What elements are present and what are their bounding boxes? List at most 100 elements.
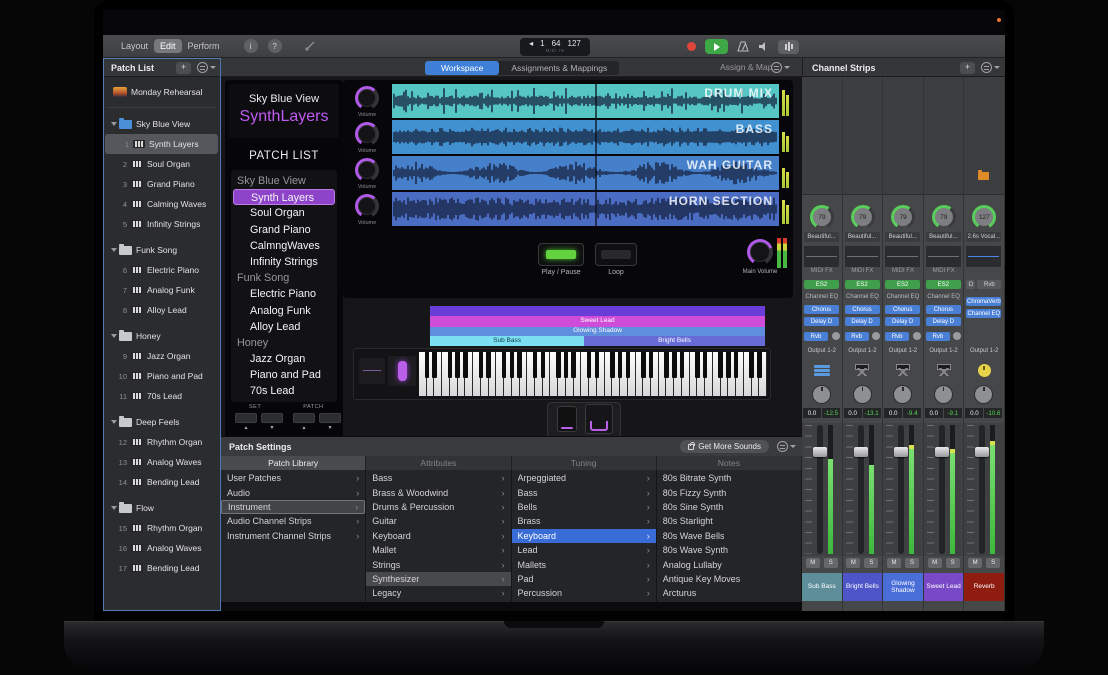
- layer-band-sub-bass[interactable]: Sub Bass: [430, 336, 584, 346]
- solo-button[interactable]: S: [824, 558, 838, 568]
- patch-list-patch-entry[interactable]: Alloy Lead: [233, 319, 335, 335]
- solo-button[interactable]: S: [986, 558, 1000, 568]
- record-button[interactable]: [687, 42, 696, 51]
- get-more-sounds-button[interactable]: Get More Sounds: [680, 440, 769, 453]
- info-button[interactable]: i: [244, 39, 258, 53]
- play-button[interactable]: [705, 39, 728, 54]
- expression-pedal[interactable]: [585, 404, 613, 434]
- patch-list-item[interactable]: 13Analog Waves: [103, 452, 220, 472]
- fader-track[interactable]: [979, 425, 985, 554]
- tab-tuning[interactable]: Tuning: [512, 456, 657, 470]
- mute-button[interactable]: M: [968, 558, 982, 568]
- patch-list-patch-entry[interactable]: Infinity Strings: [233, 254, 335, 270]
- disclosure-chevron[interactable]: [103, 506, 117, 510]
- patch-list-set-entry[interactable]: Funk Song: [233, 270, 335, 286]
- fader-cap[interactable]: [894, 447, 908, 457]
- send-plugin-button[interactable]: Chorus: [926, 305, 961, 314]
- pan-knob[interactable]: [934, 385, 953, 404]
- track-volume-knob[interactable]: [355, 158, 379, 182]
- patch-library-item[interactable]: Strings›: [366, 557, 510, 571]
- patch-list-item[interactable]: 15Rhythm Organ: [103, 518, 220, 538]
- channel-eq-label[interactable]: Channel EQ: [924, 294, 964, 300]
- patch-list-patch-entry[interactable]: Electric Piano: [233, 286, 335, 302]
- patch-list-item[interactable]: 2Soul Organ: [103, 154, 220, 174]
- output-label[interactable]: Output 1-2: [924, 348, 964, 354]
- output-label[interactable]: Output 1-2: [883, 348, 923, 354]
- output-label[interactable]: Output 1-2: [802, 348, 842, 354]
- set-folder-row[interactable]: Deep Feels: [103, 412, 220, 432]
- speaker-icon[interactable]: [758, 41, 769, 52]
- help-button[interactable]: ?: [268, 39, 282, 53]
- patch-library-item[interactable]: Brass & Woodwind›: [366, 485, 510, 499]
- patch-list-item[interactable]: 16Analog Waves: [103, 538, 220, 558]
- assign-map-menu-button[interactable]: [771, 62, 790, 73]
- mode-button-perform[interactable]: Perform: [182, 39, 226, 53]
- patch-list-item[interactable]: 12Rhythm Organ: [103, 432, 220, 452]
- send-plugin-button[interactable]: Chorus: [845, 305, 880, 314]
- fader-cap[interactable]: [935, 447, 949, 457]
- output-label[interactable]: Output 1-2: [843, 348, 883, 354]
- patch-list-patch-entry[interactable]: CalmngWaves: [233, 238, 335, 254]
- track-volume-knob[interactable]: [355, 194, 379, 218]
- pan-knob[interactable]: [853, 385, 872, 404]
- setting-name[interactable]: 2.6s Vocal...: [966, 232, 1001, 242]
- set-folder-row[interactable]: Honey: [103, 326, 220, 346]
- patch-library-item[interactable]: Arpeggiated›: [512, 471, 656, 485]
- set-folder-row[interactable]: Funk Song: [103, 240, 220, 260]
- setting-name[interactable]: Beautiful...: [804, 232, 839, 242]
- patch-library-item[interactable]: User Patches›: [221, 471, 365, 485]
- audio-fx-plugin-button[interactable]: ChromaVerb: [966, 297, 1001, 306]
- patch-library-item[interactable]: Percussion›: [512, 586, 656, 600]
- patch-list-item[interactable]: 17Bending Lead: [103, 558, 220, 578]
- strip-knob[interactable]: 79: [810, 205, 834, 229]
- set-folder-row[interactable]: Flow: [103, 498, 220, 518]
- send-bus-button[interactable]: Rvb: [926, 332, 950, 341]
- patch-list-item[interactable]: 8Alloy Lead: [103, 300, 220, 320]
- set-next-button[interactable]: [261, 413, 283, 423]
- patch-library-item[interactable]: Audio Channel Strips›: [221, 514, 365, 528]
- mode-button-layout[interactable]: Layout: [115, 39, 154, 53]
- tab-workspace[interactable]: Workspace: [425, 61, 499, 75]
- instrument-plugin-button[interactable]: ES2: [885, 280, 920, 289]
- patch-library-item[interactable]: 80s Bitrate Synth: [657, 471, 801, 485]
- patch-list-item[interactable]: 14Bending Lead: [103, 472, 220, 492]
- mute-button[interactable]: M: [887, 558, 901, 568]
- patch-library-item[interactable]: Audio›: [221, 485, 365, 499]
- channel-name-plate[interactable]: Reverb: [964, 573, 1004, 601]
- eq-thumbnail[interactable]: [966, 246, 1001, 267]
- disclosure-chevron[interactable]: [103, 122, 117, 126]
- patch-list-patch-entry[interactable]: Analog Funk: [233, 303, 335, 319]
- layer-band-bright-bells[interactable]: Bright Bells: [584, 336, 765, 346]
- patch-settings-menu-button[interactable]: [777, 441, 796, 452]
- patch-list-patch-entry[interactable]: Grand Piano: [233, 222, 335, 238]
- layer-band-glowing-shadow[interactable]: Glowing Shadow: [430, 327, 765, 336]
- patch-library-item[interactable]: Mallet›: [366, 543, 510, 557]
- metronome-icon[interactable]: [737, 41, 749, 52]
- patch-library-item[interactable]: Antique Key Moves: [657, 572, 801, 586]
- disclosure-chevron[interactable]: [103, 248, 117, 252]
- fader-track[interactable]: [858, 425, 864, 554]
- patch-library-item[interactable]: 80s Wave Bells: [657, 529, 801, 543]
- set-folder-row[interactable]: Sky Blue View: [103, 114, 220, 134]
- assign-map-button[interactable]: Assign & Map: [720, 62, 772, 72]
- disclosure-chevron[interactable]: [103, 334, 117, 338]
- patch-list-patch-entry[interactable]: Soul Organ: [233, 205, 335, 221]
- patch-next-button[interactable]: [319, 413, 341, 423]
- pan-knob[interactable]: [812, 385, 831, 404]
- patch-list-patch-entry[interactable]: Jazz Organ: [233, 351, 335, 367]
- patch-list-item[interactable]: 1170s Lead: [103, 386, 220, 406]
- send-bus-button[interactable]: Rvb: [845, 332, 869, 341]
- patch-list-item[interactable]: 5Infinity Strings: [103, 214, 220, 234]
- send-level-knob[interactable]: [832, 332, 840, 340]
- patch-library-item[interactable]: Instrument›: [221, 500, 365, 514]
- setting-name[interactable]: Beautiful...: [885, 232, 920, 242]
- strip-knob[interactable]: 79: [932, 205, 956, 229]
- channel-eq-label[interactable]: Channel EQ: [883, 294, 923, 300]
- bus-name-button[interactable]: Rvb: [977, 280, 1001, 289]
- output-label[interactable]: Output 1-2: [964, 348, 1004, 354]
- patch-library-item[interactable]: Instrument Channel Strips›: [221, 529, 365, 543]
- pitch-bend-control[interactable]: [359, 358, 385, 384]
- patch-prev-button[interactable]: [293, 413, 315, 423]
- send-plugin-button[interactable]: Delay D: [926, 317, 961, 326]
- patch-library-item[interactable]: Keyboard›: [366, 529, 510, 543]
